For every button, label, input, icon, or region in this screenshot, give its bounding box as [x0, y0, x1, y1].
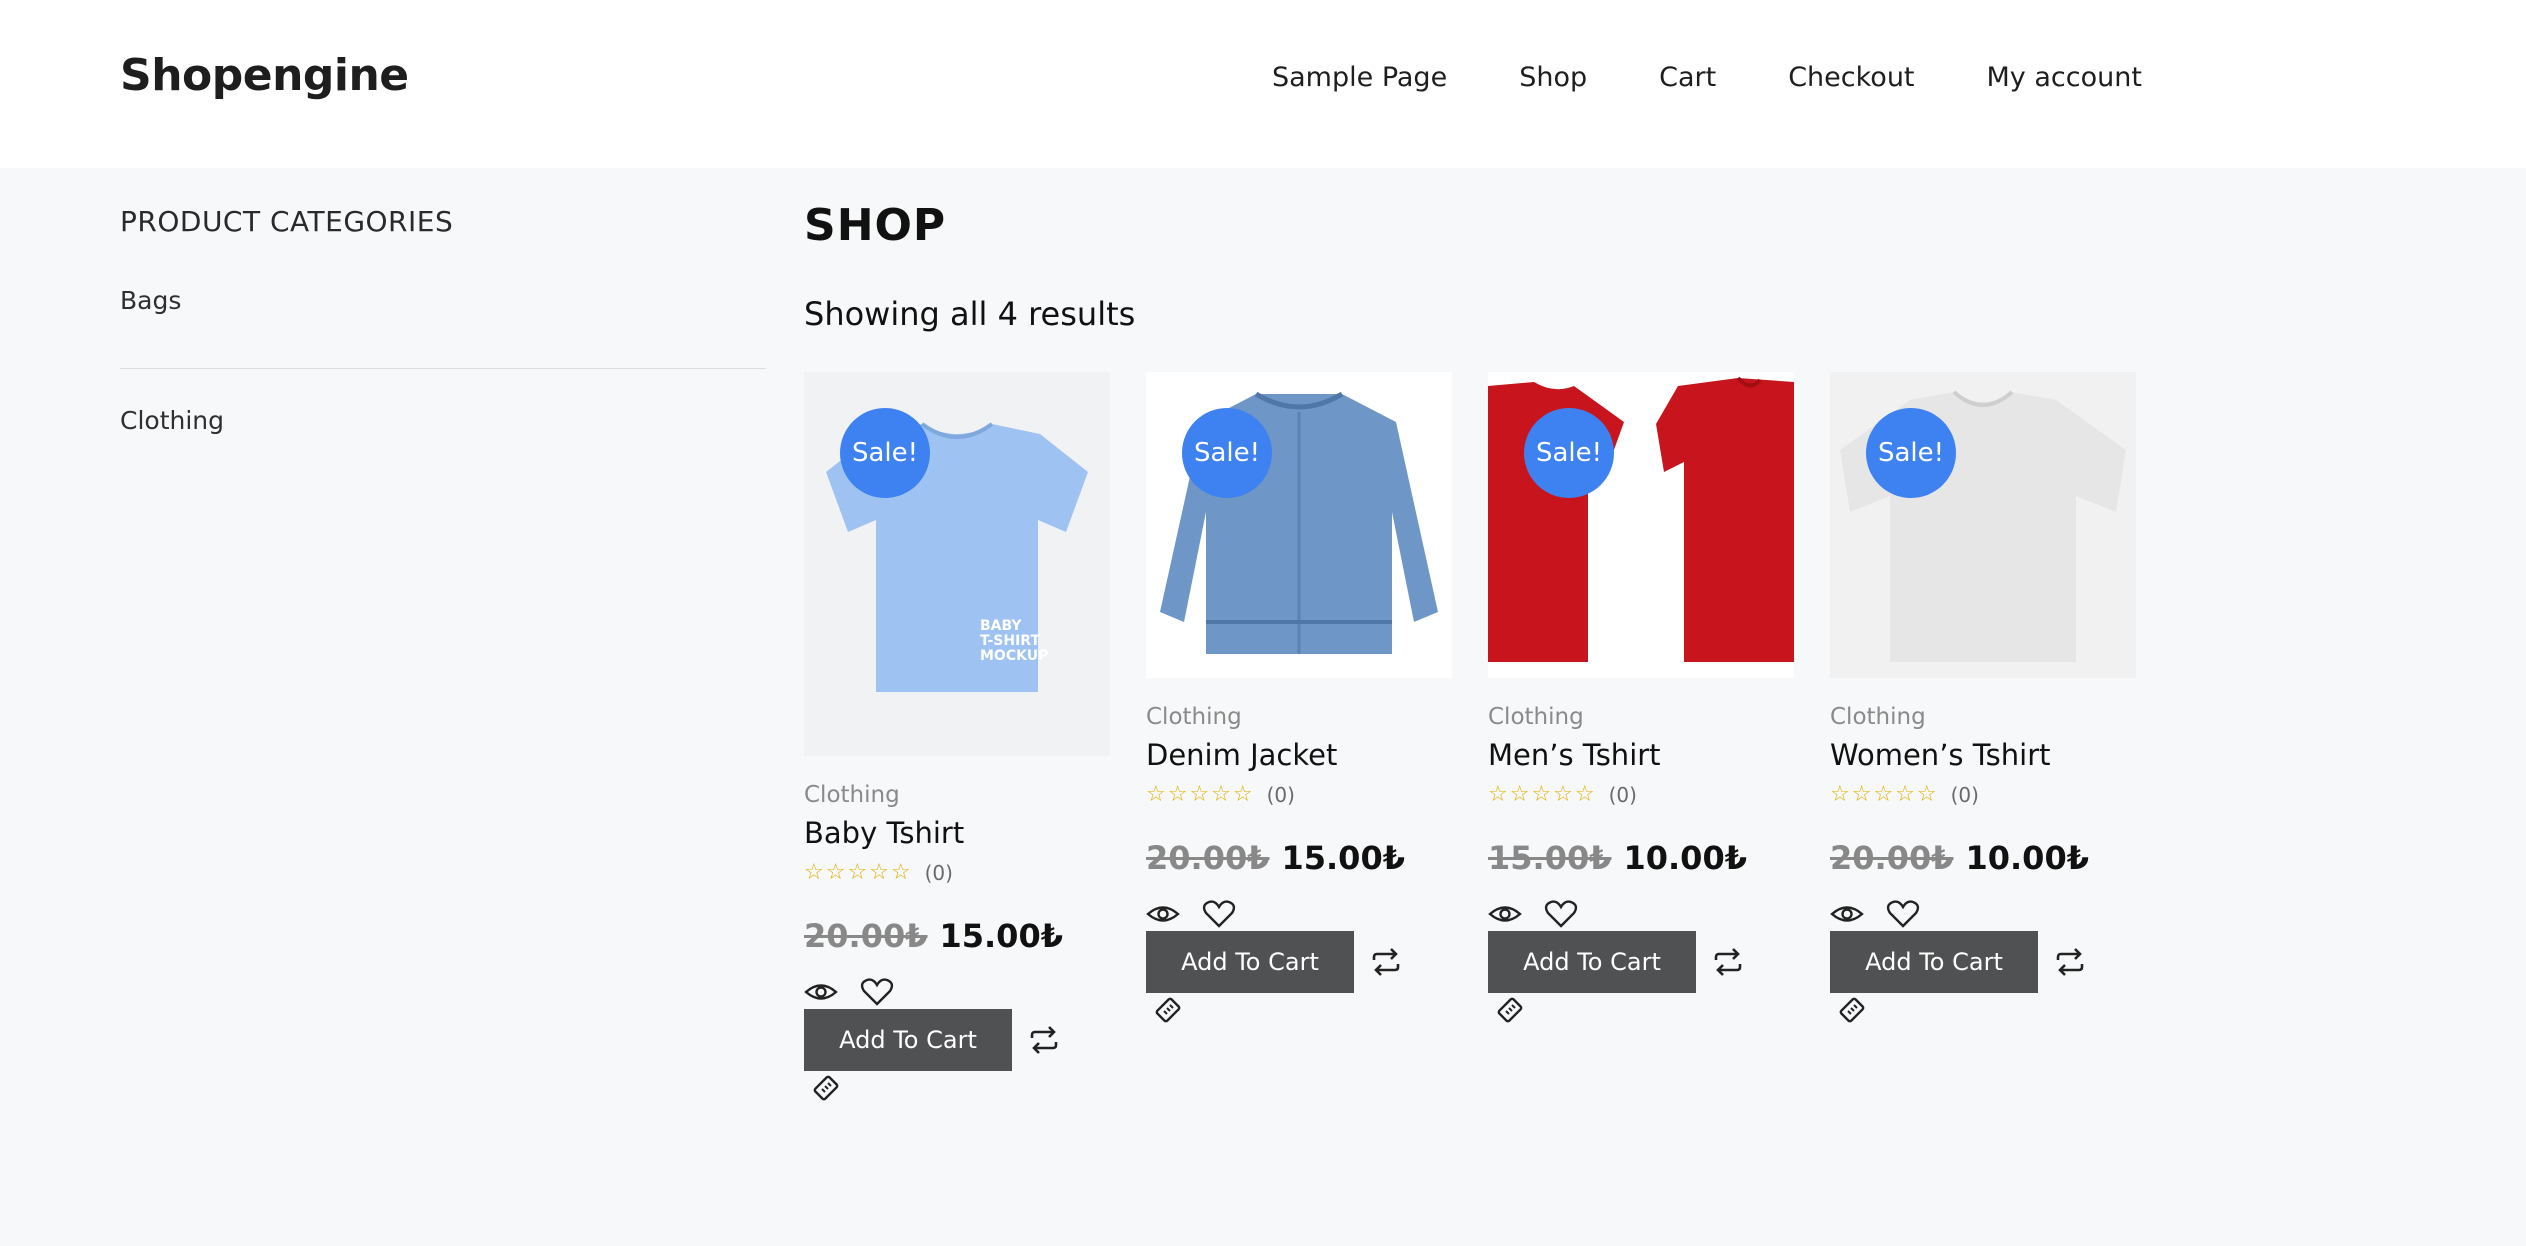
cart-row: Add To Cart	[804, 1009, 1110, 1071]
old-price: 20.00₺	[1146, 839, 1270, 877]
product-category[interactable]: Clothing	[804, 782, 1110, 808]
product-name[interactable]: Men’s Tshirt	[1488, 738, 1794, 772]
sidebar-title: PRODUCT CATEGORIES	[120, 205, 454, 238]
product-rating: ☆☆☆☆☆ (0)	[804, 860, 1110, 885]
sale-badge: Sale!	[1524, 408, 1614, 498]
add-to-cart-button[interactable]: Add To Cart	[1830, 931, 2038, 993]
add-to-cart-button[interactable]: Add To Cart	[1488, 931, 1696, 993]
ruler-icon[interactable]	[1152, 995, 1184, 1027]
product-name[interactable]: Baby Tshirt	[804, 816, 1110, 850]
cart-row: Add To Cart	[1146, 931, 1452, 993]
denim-jacket-image	[1160, 391, 1438, 654]
product-category[interactable]: Clothing	[1146, 704, 1452, 730]
rating-count: (0)	[1266, 782, 1295, 807]
product-card: Sale! Clothing Denim Jacket ☆☆☆☆☆ (0) 20…	[1146, 372, 1452, 1109]
sale-price: 15.00₺	[939, 917, 1063, 955]
svg-text:BABY T-SHIRT: BABY T-SHIRT MOCKUP	[980, 618, 1048, 664]
compare-icon[interactable]	[2054, 946, 2086, 978]
nav-checkout[interactable]: Checkout	[1788, 62, 1914, 93]
compare-icon[interactable]	[1370, 946, 1402, 978]
product-price: 20.00₺ 10.00₺	[1830, 839, 2136, 877]
add-to-cart-button[interactable]: Add To Cart	[1146, 931, 1354, 993]
rating-count: (0)	[924, 860, 953, 885]
main-nav: Sample Page Shop Cart Checkout My accoun…	[1272, 62, 2214, 93]
sale-badge: Sale!	[1866, 408, 1956, 498]
product-category[interactable]: Clothing	[1830, 704, 2136, 730]
nav-cart[interactable]: Cart	[1659, 62, 1716, 93]
result-count: Showing all 4 results	[804, 295, 1136, 333]
rating-count: (0)	[1608, 782, 1637, 807]
add-to-cart-button[interactable]: Add To Cart	[804, 1009, 1012, 1071]
heart-icon[interactable]	[860, 977, 894, 1007]
product-price: 20.00₺ 15.00₺	[804, 917, 1110, 955]
ruler-icon[interactable]	[1494, 995, 1526, 1027]
nav-my-account[interactable]: My account	[1987, 62, 2142, 93]
nav-sample-page[interactable]: Sample Page	[1272, 62, 1447, 93]
old-price: 20.00₺	[1830, 839, 1954, 877]
product-card: Sale! Clothing Men’s Tshirt ☆☆☆☆☆ (0) 15…	[1488, 372, 1794, 1109]
cart-row: Add To Cart	[1830, 931, 2136, 993]
product-actions	[1830, 899, 2136, 929]
star-rating: ☆☆☆☆☆	[1146, 782, 1255, 807]
cart-row: Add To Cart	[1488, 931, 1794, 993]
shop-main: SHOP Showing all 4 results BABY T-SHIRT …	[804, 200, 2136, 1101]
star-rating: ☆☆☆☆☆	[1488, 782, 1597, 807]
category-bags[interactable]: Bags	[120, 278, 766, 369]
sale-badge: Sale!	[840, 408, 930, 498]
product-price: 20.00₺ 15.00₺	[1146, 839, 1452, 877]
eye-icon[interactable]	[1830, 899, 1864, 929]
product-rating: ☆☆☆☆☆ (0)	[1146, 782, 1452, 807]
product-rating: ☆☆☆☆☆ (0)	[1830, 782, 2136, 807]
old-price: 15.00₺	[1488, 839, 1612, 877]
product-image[interactable]: BABY T-SHIRT MOCKUP Sale!	[804, 372, 1110, 756]
product-category[interactable]: Clothing	[1488, 704, 1794, 730]
sidebar: PRODUCT CATEGORIES Bags Clothing	[120, 205, 766, 451]
ruler-icon[interactable]	[1836, 995, 1868, 1027]
compare-icon[interactable]	[1028, 1024, 1060, 1056]
product-actions	[1146, 899, 1452, 929]
eye-icon[interactable]	[1146, 899, 1180, 929]
product-card: BABY T-SHIRT MOCKUP Sale! Clothing Baby …	[804, 372, 1110, 1109]
product-actions	[804, 977, 1110, 1007]
product-price: 15.00₺ 10.00₺	[1488, 839, 1794, 877]
product-card: Sale! Clothing Women’s Tshirt ☆☆☆☆☆ (0) …	[1830, 372, 2136, 1109]
old-price: 20.00₺	[804, 917, 928, 955]
product-grid: BABY T-SHIRT MOCKUP Sale! Clothing Baby …	[804, 372, 2204, 1109]
heart-icon[interactable]	[1544, 899, 1578, 929]
compare-icon[interactable]	[1712, 946, 1744, 978]
product-actions	[1488, 899, 1794, 929]
category-clothing[interactable]: Clothing	[120, 391, 766, 451]
product-image[interactable]: Sale!	[1488, 372, 1794, 678]
product-image[interactable]: Sale!	[1146, 372, 1452, 678]
heart-icon[interactable]	[1202, 899, 1236, 929]
star-rating: ☆☆☆☆☆	[804, 860, 913, 885]
product-rating: ☆☆☆☆☆ (0)	[1488, 782, 1794, 807]
rating-count: (0)	[1950, 782, 1979, 807]
product-name[interactable]: Denim Jacket	[1146, 738, 1452, 772]
womens-tshirt-image	[1840, 390, 2126, 662]
sale-badge: Sale!	[1182, 408, 1272, 498]
mens-tshirt-image	[1488, 376, 1794, 662]
sale-price: 10.00₺	[1623, 839, 1747, 877]
product-name[interactable]: Women’s Tshirt	[1830, 738, 2136, 772]
nav-shop[interactable]: Shop	[1519, 62, 1587, 93]
heart-icon[interactable]	[1886, 899, 1920, 929]
eye-icon[interactable]	[804, 977, 838, 1007]
product-image[interactable]: Sale!	[1830, 372, 2136, 678]
page-title: SHOP	[804, 200, 947, 251]
eye-icon[interactable]	[1488, 899, 1522, 929]
sale-price: 10.00₺	[1965, 839, 2089, 877]
sale-price: 15.00₺	[1281, 839, 1405, 877]
site-header: Shopengine Sample Page Shop Cart Checkou…	[0, 0, 2526, 168]
site-logo[interactable]: Shopengine	[120, 50, 409, 101]
star-rating: ☆☆☆☆☆	[1830, 782, 1939, 807]
ruler-icon[interactable]	[810, 1073, 842, 1105]
